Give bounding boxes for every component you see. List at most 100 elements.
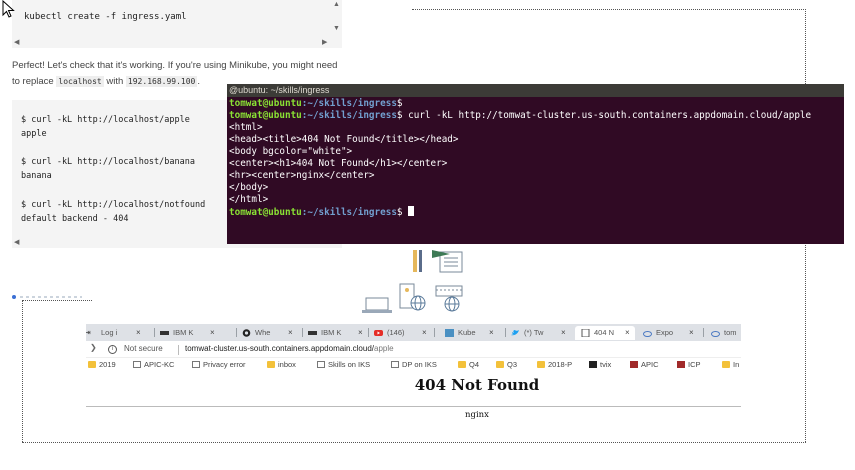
cloud-icon	[711, 331, 720, 337]
close-icon[interactable]: ×	[288, 326, 293, 340]
url-text[interactable]: tomwat-cluster.us-south.containers.appdo…	[185, 344, 394, 353]
ibm-icon	[160, 331, 169, 335]
close-icon[interactable]: ×	[358, 326, 363, 340]
paragraph-text: .	[197, 76, 200, 87]
terminal-output-line: </html>	[229, 194, 269, 205]
bookmark-item[interactable]: Privacy error	[192, 360, 246, 369]
bookmark-label: APIC	[641, 360, 659, 369]
bookmark-item[interactable]: inbox	[267, 360, 296, 369]
terminal-output-line: </body>	[229, 182, 269, 193]
browser-tab[interactable]: IBM K ×	[154, 326, 222, 340]
close-icon[interactable]: ×	[136, 326, 141, 340]
browser-tab[interactable]: Kube ×	[439, 326, 501, 340]
close-icon[interactable]: ×	[689, 326, 694, 340]
kube-icon	[445, 329, 454, 337]
browser-tab[interactable]: Expo ×	[637, 326, 699, 340]
document-icon	[432, 250, 463, 273]
scroll-down-icon[interactable]: ▼	[333, 25, 340, 32]
selection-frame-segment	[22, 300, 92, 301]
browser-tab[interactable]: (*) Tw ×	[505, 326, 571, 340]
terminal-output-line: <body bgcolor="white">	[229, 146, 353, 157]
browser-tab[interactable]: Whe ×	[236, 326, 304, 340]
browser-tab[interactable]: IBM K ×	[302, 326, 370, 340]
code-line: banana	[21, 171, 52, 181]
browser-tab[interactable]: tom	[705, 326, 741, 340]
prompt-user: tomwat@ubuntu	[229, 98, 302, 109]
architecture-diagram-icons	[362, 250, 463, 313]
bookmark-label: Privacy error	[203, 360, 246, 369]
scroll-up-icon[interactable]: ▲	[333, 1, 340, 8]
close-icon[interactable]: ×	[422, 326, 427, 340]
tab-label: Whe	[255, 328, 271, 337]
terminal-window[interactable]: @ubuntu: ~/skills/ingress tomwat@ubuntu:…	[227, 84, 844, 244]
bookmark-label: tvix	[600, 360, 612, 369]
code-line: $ curl -kL http://localhost/banana	[21, 157, 195, 167]
code-line: $ curl -kL http://localhost/notfound	[21, 200, 206, 210]
tab-label: (146)	[387, 328, 405, 337]
security-label[interactable]: Not secure	[124, 344, 163, 353]
tab-label: tom	[724, 328, 737, 337]
bookmark-item[interactable]: DP on IKS	[391, 360, 437, 369]
terminal-title: @ubuntu: ~/skills/ingress	[227, 84, 844, 97]
bookmark-item[interactable]: Q3	[496, 360, 517, 369]
browser-tab[interactable]: (146) ×	[368, 326, 430, 340]
icp-icon	[677, 361, 685, 368]
bookmark-label: DP on IKS	[402, 360, 437, 369]
bookmark-item[interactable]: tvix	[589, 360, 611, 369]
scroll-left-icon[interactable]: ◀	[14, 38, 19, 46]
address-divider	[178, 345, 179, 355]
inline-code-localhost: localhost	[56, 76, 104, 87]
bookmark-item[interactable]: In	[722, 360, 739, 369]
bookmark-item[interactable]: Skills on IKS	[317, 360, 370, 369]
code-block-kubectl: kubectl create -f ingress.yaml ▲ ▼ ◀ ▶	[12, 0, 342, 48]
close-icon[interactable]: ×	[561, 326, 566, 340]
prompt-user: tomwat@ubuntu	[229, 207, 302, 218]
bookmark-item[interactable]: APIC	[630, 360, 659, 369]
tvix-icon	[589, 361, 597, 368]
prompt-symbol: $	[396, 98, 403, 109]
bookmark-item[interactable]: APIC-KC	[133, 360, 174, 369]
scroll-right-icon[interactable]: ▶	[322, 38, 327, 46]
bookmark-label: 2018-P	[548, 360, 573, 369]
github-icon	[242, 329, 251, 337]
bookmark-label: ICP	[688, 360, 701, 369]
globe-server-icon	[399, 283, 426, 311]
tab-arrow-icon: ⇥	[86, 328, 91, 337]
horizontal-scrollbar[interactable]: ◀ ▶	[12, 38, 342, 48]
bookmarks-bar: 2019 APIC-KC Privacy error inbox Skills …	[86, 358, 741, 372]
inline-code-ip: 192.168.99.100	[125, 76, 198, 87]
address-bar[interactable]: ❯ i Not secure tomwat-cluster.us-south.c…	[86, 341, 741, 358]
bookmark-item[interactable]: 2019	[88, 360, 116, 369]
decorative-dots	[12, 295, 82, 299]
bookmark-item[interactable]: ICP	[677, 360, 701, 369]
page-icon	[581, 329, 590, 337]
bookmark-item[interactable]: Q4	[458, 360, 479, 369]
selection-frame-top	[412, 9, 806, 10]
close-icon[interactable]: ×	[210, 326, 215, 340]
bookmark-label: Q4	[469, 360, 480, 369]
tab-label: Expo	[656, 328, 674, 337]
horizontal-rule	[86, 406, 741, 407]
tab-label: IBM K	[321, 328, 342, 337]
close-icon[interactable]: ×	[625, 326, 630, 340]
info-icon[interactable]: i	[108, 345, 117, 354]
browser-tab[interactable]: ⇥ Log i ×	[86, 326, 142, 340]
page-icon	[192, 361, 200, 368]
tab-label: (*) Tw	[524, 328, 544, 337]
forward-arrow-icon[interactable]: ❯	[90, 343, 97, 352]
close-icon[interactable]: ×	[489, 326, 494, 340]
browser-screenshot: ⇥ Log i × IBM K × Whe × IBM K × (146) ×	[86, 324, 741, 434]
page-heading: 404 Not Found	[414, 376, 540, 394]
page-icon	[317, 361, 325, 368]
terminal-output-line: <html>	[229, 122, 263, 133]
terminal-cursor	[408, 206, 415, 216]
cloud-icon	[643, 331, 652, 337]
bookmark-item[interactable]: 2018-P	[537, 360, 572, 369]
page-icon	[133, 361, 141, 368]
terminal-output-line: <hr><center>nginx</center>	[229, 170, 375, 181]
prompt-path: :~/skills/ingress	[301, 98, 397, 109]
apic-icon	[630, 361, 638, 368]
code-line: kubectl create -f ingress.yaml	[24, 12, 187, 22]
browser-tab-active[interactable]: 404 N ×	[575, 326, 635, 340]
scroll-left-icon[interactable]: ◀	[14, 238, 19, 246]
